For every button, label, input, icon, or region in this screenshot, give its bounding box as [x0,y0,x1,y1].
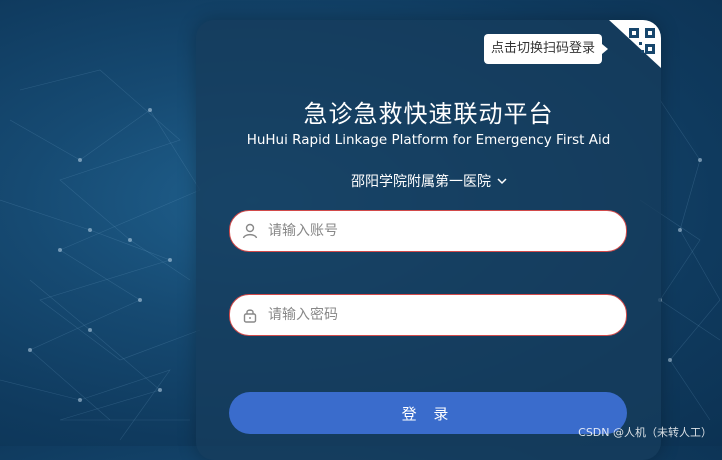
password-input[interactable] [266,306,626,324]
hospital-selector[interactable]: 邵阳学院附属第一医院 [351,171,511,191]
username-field[interactable] [229,210,627,252]
platform-title: 急诊急救快速联动平台 [303,100,554,128]
user-icon [242,223,258,239]
platform-subtitle: HuHui Rapid Linkage Platform for Emergen… [246,132,611,148]
chevron-down-icon [497,178,507,185]
qr-login-hint[interactable]: 点击切换扫码登录 [484,34,608,64]
username-input[interactable] [266,222,626,240]
qr-code-icon[interactable] [609,20,661,68]
login-card: 点击切换扫码登录 急诊急救快速联动平台 HuHui Rapid Linkage … [196,20,661,460]
lock-icon [243,309,257,323]
hospital-selector-label: 邵阳学院附属第一医院 [351,174,491,190]
password-field[interactable] [229,294,627,336]
login-button[interactable]: 登 录 [229,392,627,434]
watermark: CSDN @人机（未转人工） [578,426,712,439]
